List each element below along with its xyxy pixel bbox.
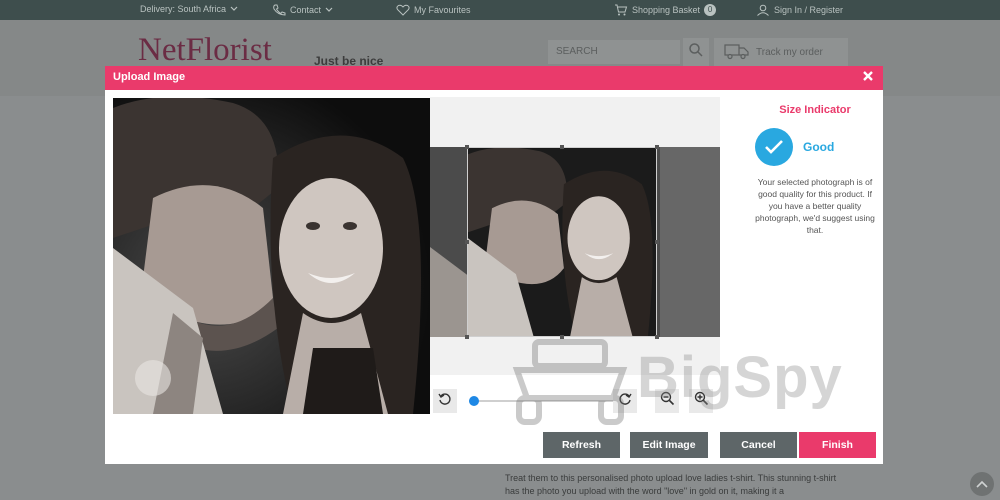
truck-icon bbox=[724, 42, 750, 63]
zoom-out-icon bbox=[660, 391, 675, 411]
modal-title: Upload Image bbox=[113, 71, 186, 83]
basket-label: Shopping Basket bbox=[632, 5, 701, 15]
track-order-button[interactable]: Track my order bbox=[714, 38, 848, 66]
search-icon bbox=[688, 42, 704, 63]
zoom-slider[interactable] bbox=[469, 394, 619, 408]
crop-handle-br[interactable] bbox=[655, 335, 659, 339]
couple-photo-preview bbox=[468, 148, 656, 336]
basket-count-badge: 0 bbox=[704, 4, 717, 16]
finish-button[interactable]: Finish bbox=[799, 432, 876, 458]
crop-handle-mr[interactable] bbox=[655, 240, 659, 244]
favourites-label: My Favourites bbox=[414, 5, 471, 15]
crop-handle-ml[interactable] bbox=[465, 240, 469, 244]
size-indicator-title: Size Indicator bbox=[779, 104, 851, 116]
favourites-link[interactable]: My Favourites bbox=[396, 4, 471, 16]
cart-icon bbox=[614, 4, 628, 16]
phone-icon bbox=[272, 4, 286, 16]
crop-editor[interactable] bbox=[430, 97, 720, 375]
original-photo bbox=[113, 98, 430, 414]
search-button[interactable] bbox=[683, 38, 709, 66]
chevron-down-icon bbox=[230, 6, 238, 12]
quality-message: Your selected photograph is of good qual… bbox=[755, 177, 875, 235]
size-indicator-panel: Size Indicator Good Your selected photog… bbox=[745, 104, 885, 235]
crop-controls bbox=[433, 389, 723, 413]
cancel-button[interactable]: Cancel bbox=[720, 432, 797, 458]
zoom-slider-track bbox=[469, 400, 619, 402]
sign-in-link[interactable]: Sign In / Register bbox=[756, 4, 843, 16]
modal-header: Upload Image bbox=[105, 66, 883, 90]
scroll-to-top-button[interactable] bbox=[970, 472, 994, 496]
rotate-right-icon bbox=[618, 392, 632, 411]
shopping-basket-link[interactable]: Shopping Basket 0 bbox=[614, 4, 717, 16]
quality-status-label: Good bbox=[803, 140, 835, 154]
modal-actions: Refresh Edit Image Cancel Finish bbox=[543, 432, 883, 458]
heart-icon bbox=[396, 4, 410, 16]
sign-in-label: Sign In / Register bbox=[774, 5, 844, 15]
crop-handle-bm[interactable] bbox=[560, 335, 564, 339]
top-bar: Delivery: South Africa Contact My Favour… bbox=[0, 0, 1000, 20]
crop-handle-tl[interactable] bbox=[465, 145, 469, 149]
couple-photo-image bbox=[113, 98, 430, 414]
close-icon bbox=[862, 69, 874, 87]
edit-image-button[interactable]: Edit Image bbox=[630, 432, 708, 458]
chevron-down-icon bbox=[325, 7, 333, 13]
zoom-out-button[interactable] bbox=[655, 389, 679, 413]
close-button[interactable] bbox=[859, 69, 877, 87]
rotate-right-button[interactable] bbox=[613, 389, 637, 413]
delivery-label: Delivery: South Africa bbox=[140, 4, 227, 14]
crop-handle-tm[interactable] bbox=[560, 145, 564, 149]
zoom-in-button[interactable] bbox=[689, 389, 713, 413]
crop-handle-bl[interactable] bbox=[465, 335, 469, 339]
track-order-label: Track my order bbox=[756, 46, 823, 58]
user-icon bbox=[756, 4, 770, 16]
rotate-left-button[interactable] bbox=[433, 389, 457, 413]
contact-label: Contact bbox=[290, 5, 322, 15]
check-circle-icon bbox=[755, 128, 793, 166]
upload-image-modal: Upload Image Size Indicator Good Your se… bbox=[105, 66, 883, 464]
crop-selection[interactable] bbox=[467, 147, 657, 337]
quality-status: Good bbox=[755, 128, 834, 166]
zoom-slider-knob[interactable] bbox=[469, 396, 479, 406]
netflorist-logo[interactable]: NetFlorist bbox=[138, 32, 272, 69]
rotate-left-icon bbox=[438, 392, 452, 411]
refresh-button[interactable]: Refresh bbox=[543, 432, 620, 458]
chevron-up-icon bbox=[976, 475, 988, 493]
search-input[interactable]: SEARCH bbox=[548, 40, 680, 64]
delivery-selector[interactable]: Delivery: South Africa bbox=[140, 4, 238, 14]
zoom-in-icon bbox=[694, 391, 709, 411]
crop-handle-tr[interactable] bbox=[655, 145, 659, 149]
product-description: Treat them to this personalised photo up… bbox=[505, 473, 837, 496]
contact-menu[interactable]: Contact bbox=[272, 4, 333, 16]
